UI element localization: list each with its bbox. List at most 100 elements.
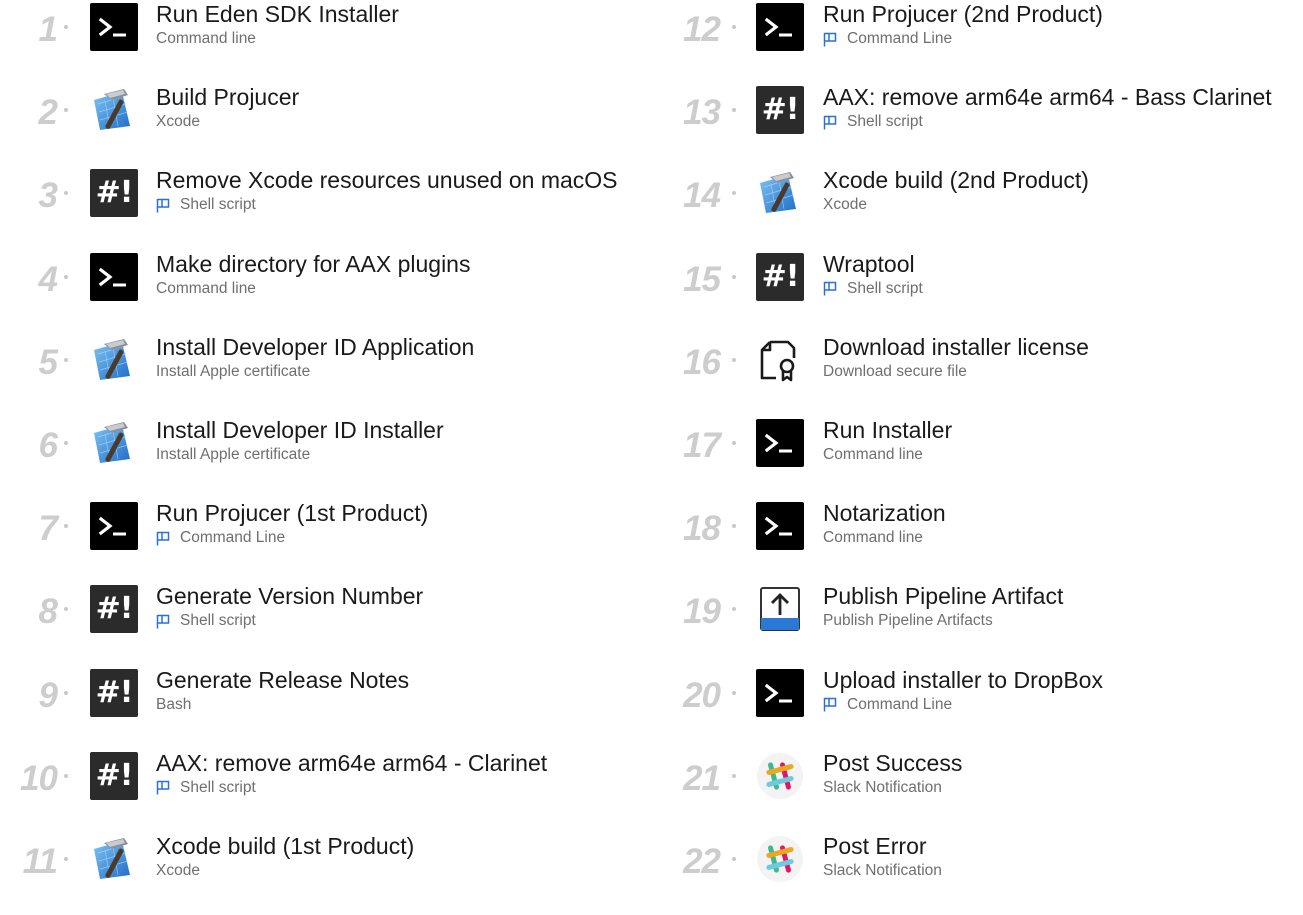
step-subtitle: Publish Pipeline Artifacts (823, 611, 1063, 631)
step-dot (64, 607, 68, 612)
step-title[interactable]: Make directory for AAX plugins (156, 250, 470, 278)
step-title[interactable]: Install Developer ID Application (156, 333, 474, 361)
step-dot (732, 108, 736, 113)
pipeline-step[interactable]: 19 Publish Pipeline Artifact Publish Pipel… (665, 582, 1303, 665)
step-dot (64, 274, 68, 279)
step-text: Generate Version Number Shell script (156, 582, 423, 631)
step-task-type: Publish Pipeline Artifacts (823, 612, 993, 630)
step-title[interactable]: Post Success (823, 749, 962, 777)
step-text: Install Developer ID Application Install … (156, 333, 474, 382)
step-dot (64, 108, 68, 113)
step-title[interactable]: Xcode build (2nd Product) (823, 166, 1089, 194)
pipeline-step[interactable]: 21 Post Success Slack Notification (665, 749, 1303, 832)
pipeline-step[interactable]: 1 Run Eden SDK Installer Command line (0, 0, 650, 83)
step-title[interactable]: Run Projucer (1st Product) (156, 499, 428, 527)
step-text: Run Installer Command line (823, 416, 952, 465)
shell-glyph: #! (95, 591, 134, 627)
step-title[interactable]: Run Eden SDK Installer (156, 0, 399, 28)
step-title[interactable]: Download installer license (823, 333, 1089, 361)
shell-icon: #! (90, 169, 138, 218)
step-dot (64, 524, 68, 529)
slack-icon (756, 835, 804, 883)
pipeline-step[interactable]: 8 #! Generate Version Number Shell script (0, 582, 650, 665)
step-task-type: Xcode (823, 196, 867, 214)
step-subtitle: Command line (156, 279, 470, 299)
step-subtitle: Command Line (156, 528, 428, 548)
step-title[interactable]: AAX: remove arm64e arm64 - Clarinet (156, 749, 547, 777)
step-task-type: Bash (156, 695, 192, 713)
step-dot (732, 773, 736, 778)
step-title[interactable]: Install Developer ID Installer (156, 416, 444, 444)
pipeline-step[interactable]: 5 Install Developer ID Application Install… (0, 333, 650, 416)
step-text: Notarization Command line (823, 499, 946, 548)
slack-icon (756, 752, 804, 800)
step-number: 11 (22, 841, 58, 881)
step-task-type: Command line (156, 30, 256, 47)
pipeline-step[interactable]: 18 Notarization Command line (665, 499, 1303, 582)
step-number: 14 (683, 176, 721, 216)
step-title[interactable]: Build Projucer (156, 83, 299, 111)
pipeline-step[interactable]: 3 #! Remove Xcode resources unused on macO… (0, 166, 650, 249)
step-title[interactable]: Run Projucer (2nd Product) (823, 0, 1103, 28)
step-number: 15 (683, 259, 721, 299)
step-number: 10 (20, 758, 58, 798)
step-title[interactable]: Xcode build (1st Product) (156, 832, 414, 860)
certificate-file-icon (756, 336, 804, 384)
step-subtitle: Download secure file (823, 362, 1089, 382)
step-title[interactable]: Post Error (823, 832, 942, 860)
pipeline-step[interactable]: 13 #! AAX: remove arm64e arm64 - Bass Clar… (665, 83, 1303, 166)
pipeline-step[interactable]: 10 #! AAX: remove arm64e arm64 - Clarinet S… (0, 749, 650, 832)
step-title[interactable]: Wraptool (823, 250, 923, 278)
pipeline-step[interactable]: 2 Build Projucer Xcode (0, 83, 650, 166)
step-title[interactable]: Upload installer to DropBox (823, 666, 1103, 694)
xcode-hammer-icon (90, 835, 138, 883)
step-task-type: Download secure file (823, 362, 967, 380)
step-title[interactable]: Run Installer (823, 416, 952, 444)
step-text: Wraptool Shell script (823, 250, 923, 299)
pipeline-step[interactable]: 6 Install Developer ID Installer Install A… (0, 416, 650, 499)
step-subtitle: Xcode (823, 195, 1089, 215)
step-title[interactable]: AAX: remove arm64e arm64 - Bass Clarinet (823, 83, 1272, 111)
step-text: Publish Pipeline Artifact Publish Pipelin… (823, 582, 1063, 631)
step-number: 13 (683, 93, 721, 133)
shell-glyph: #! (95, 757, 134, 793)
pipeline-step[interactable]: 11 Xcode build (1st Product) Xcode (0, 832, 650, 915)
pipeline-step[interactable]: 9 #! Generate Release Notes Bash (0, 666, 650, 749)
step-number: 6 (38, 425, 58, 465)
flag-icon (156, 614, 170, 629)
step-title[interactable]: Generate Release Notes (156, 666, 409, 694)
step-dot (732, 357, 736, 362)
pipeline-step[interactable]: 14 Xcode build (2nd Product) Xcode (665, 166, 1303, 249)
step-title[interactable]: Publish Pipeline Artifact (823, 582, 1063, 610)
step-subtitle: Xcode (156, 861, 414, 881)
step-text: AAX: remove arm64e arm64 - Bass Clarinet… (823, 83, 1272, 132)
flag-icon (823, 697, 837, 712)
pipeline-step[interactable]: 15 #! Wraptool Shell script (665, 250, 1303, 333)
step-text: Make directory for AAX plugins Command li… (156, 250, 470, 299)
step-title[interactable]: Notarization (823, 499, 946, 527)
pipeline-step[interactable]: 12 Run Projucer (2nd Product) Command Line (665, 0, 1303, 83)
step-subtitle: Command line (156, 29, 399, 49)
pipeline-step[interactable]: 22 Post Error Slack Notification (665, 832, 1303, 915)
step-subtitle: Command line (823, 528, 946, 548)
pipeline-step[interactable]: 17 Run Installer Command line (665, 416, 1303, 499)
step-dot (64, 25, 68, 29)
step-title[interactable]: Remove Xcode resources unused on macOS (156, 166, 618, 194)
pipeline-step[interactable]: 4 Make directory for AAX plugins Command l… (0, 250, 650, 333)
step-task-type: Command line (823, 529, 923, 547)
terminal-icon (90, 502, 138, 551)
step-task-type: Shell script (180, 778, 256, 796)
shell-glyph: #! (95, 674, 134, 710)
pipeline-step[interactable]: 7 Run Projucer (1st Product) Command Line (0, 499, 650, 582)
pipeline-step[interactable]: 20 Upload installer to DropBox Command Lin… (665, 666, 1303, 749)
step-dot (732, 524, 736, 529)
step-subtitle: Slack Notification (823, 778, 962, 798)
pipeline-step[interactable]: 16 Download installer license Download sec… (665, 333, 1303, 416)
shell-glyph: #! (761, 92, 800, 128)
step-task-type: Command line (823, 445, 923, 463)
step-text: Xcode build (1st Product) Xcode (156, 832, 414, 881)
step-text: Install Developer ID Installer Install Ap… (156, 416, 444, 465)
step-number: 8 (38, 592, 58, 632)
step-title[interactable]: Generate Version Number (156, 582, 423, 610)
step-dot (732, 274, 736, 279)
